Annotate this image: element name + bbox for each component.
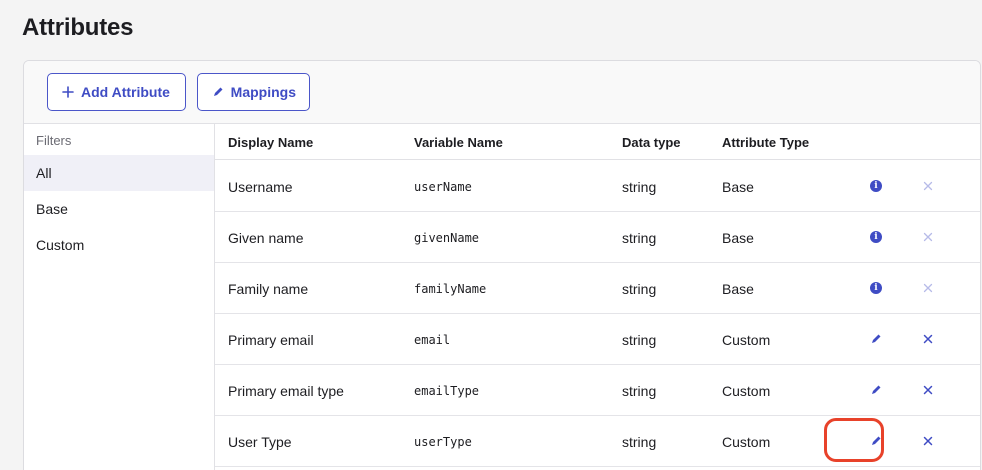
filter-item-label: Custom (36, 237, 85, 253)
toolbar: Add Attribute Mappings (24, 61, 980, 124)
display-name-cell: Username (228, 178, 293, 195)
page-title: Attributes (22, 14, 134, 41)
close-icon (919, 228, 937, 246)
display-name-cell: Given name (228, 229, 304, 246)
column-header-display-name: Display Name (228, 135, 314, 150)
display-name-cell: Primary email type (228, 382, 344, 399)
pencil-icon (211, 85, 225, 99)
close-icon (919, 177, 937, 195)
data-type-cell: string (622, 433, 657, 450)
pencil-icon[interactable] (867, 432, 885, 450)
data-type-cell: string (622, 382, 657, 399)
filter-item-all[interactable]: All (24, 155, 214, 191)
column-header-attribute-type: Attribute Type (722, 135, 810, 150)
filter-item-custom[interactable]: Custom (24, 227, 214, 263)
filters-heading: Filters (36, 133, 72, 148)
attribute-type-cell: Custom (722, 331, 771, 348)
filters-sidebar: Filters All Base Custom (24, 124, 215, 470)
close-icon (919, 279, 937, 297)
table-row: User Type userType string Custom (215, 416, 980, 467)
add-attribute-button[interactable]: Add Attribute (47, 73, 186, 111)
info-icon[interactable]: i (867, 228, 885, 246)
data-type-cell: string (622, 178, 657, 195)
table-row: Primary email type emailType string Cust… (215, 365, 980, 416)
filter-item-label: Base (36, 201, 68, 217)
data-type-cell: string (622, 229, 657, 246)
add-attribute-label: Add Attribute (81, 84, 170, 100)
close-icon[interactable] (919, 381, 937, 399)
pencil-icon[interactable] (867, 330, 885, 348)
attributes-panel: Add Attribute Mappings Filters All Base … (23, 60, 981, 470)
variable-name-cell: userType (414, 434, 472, 449)
filter-item-base[interactable]: Base (24, 191, 214, 227)
filter-item-label: All (36, 165, 52, 181)
table-row: Given name givenName string Base i (215, 212, 980, 263)
attribute-type-cell: Base (722, 229, 754, 246)
attributes-table: Display Name Variable Name Data type Att… (215, 124, 980, 470)
attribute-type-cell: Base (722, 280, 754, 297)
variable-name-cell: userName (414, 179, 472, 194)
plus-icon (61, 85, 75, 99)
table-row: Primary email email string Custom (215, 314, 980, 365)
close-icon[interactable] (919, 330, 937, 348)
data-type-cell: string (622, 331, 657, 348)
close-icon[interactable] (919, 432, 937, 450)
attribute-type-cell: Custom (722, 433, 771, 450)
mappings-button[interactable]: Mappings (197, 73, 310, 111)
attribute-type-cell: Base (722, 178, 754, 195)
info-icon[interactable]: i (867, 279, 885, 297)
display-name-cell: Primary email (228, 331, 314, 348)
variable-name-cell: email (414, 332, 451, 347)
column-header-variable-name: Variable Name (414, 135, 503, 150)
variable-name-cell: familyName (414, 281, 487, 296)
table-header: Display Name Variable Name Data type Att… (215, 124, 980, 160)
data-type-cell: string (622, 280, 657, 297)
info-icon[interactable]: i (867, 177, 885, 195)
display-name-cell: Family name (228, 280, 309, 297)
table-row: Family name familyName string Base i (215, 263, 980, 314)
table-row: Username userName string Base i (215, 161, 980, 212)
mappings-label: Mappings (230, 84, 296, 100)
display-name-cell: User Type (228, 433, 292, 450)
variable-name-cell: givenName (414, 230, 480, 245)
variable-name-cell: emailType (414, 383, 480, 398)
column-header-data-type: Data type (622, 135, 681, 150)
attribute-type-cell: Custom (722, 382, 771, 399)
pencil-icon[interactable] (867, 381, 885, 399)
